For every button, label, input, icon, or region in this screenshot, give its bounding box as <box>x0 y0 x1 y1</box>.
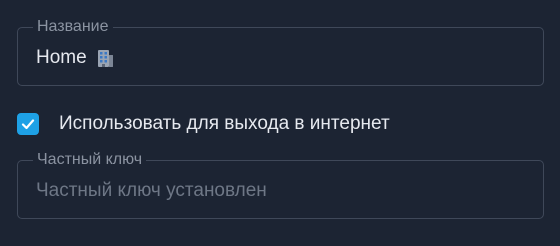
use-for-internet-exit-checkbox[interactable] <box>17 113 39 135</box>
private-key-field-label: Частный ключ <box>33 151 147 169</box>
private-key-placeholder: Частный ключ установлен <box>36 180 267 201</box>
name-field-value-wrap[interactable]: Home <box>36 46 115 70</box>
wireguard-peer-form: Название Home Использовать для выхода в … <box>0 0 560 246</box>
name-field[interactable]: Название Home <box>17 18 544 86</box>
use-for-internet-exit-label[interactable]: Использовать для выхода в интернет <box>59 112 390 136</box>
use-for-internet-exit-row[interactable]: Использовать для выхода в интернет <box>17 112 390 136</box>
private-key-field-input[interactable]: Частный ключ установлен <box>36 179 267 203</box>
checkmark-icon <box>21 119 35 130</box>
name-field-label: Название <box>33 18 113 36</box>
private-key-field[interactable]: Частный ключ Частный ключ установлен <box>17 151 544 219</box>
name-field-value[interactable]: Home <box>36 46 87 70</box>
office-building-icon <box>95 48 115 68</box>
